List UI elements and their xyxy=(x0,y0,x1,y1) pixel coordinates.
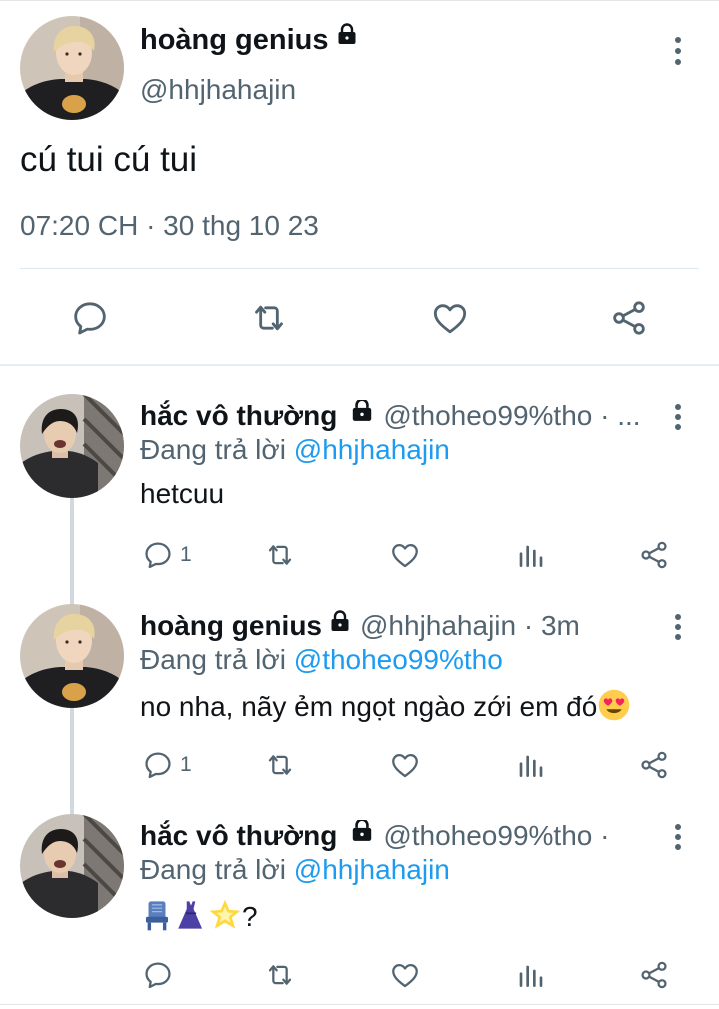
reply-tweet[interactable]: hắc vô thường @thoheo99%tho · Đang trả lờ… xyxy=(0,786,719,996)
reply-icon[interactable] xyxy=(70,298,110,338)
reply-text: no nha, nãy ẻm ngọt ngào zới em đó xyxy=(140,688,631,729)
author-handle[interactable]: @hhjhahajin xyxy=(140,74,296,106)
avatar[interactable] xyxy=(20,814,124,918)
avatar[interactable] xyxy=(20,604,124,708)
retweet-icon[interactable] xyxy=(264,958,296,992)
reply-actions xyxy=(0,958,719,994)
dress-emoji xyxy=(174,898,208,939)
reply-actions: 1 xyxy=(0,748,719,784)
avatar[interactable] xyxy=(20,394,124,498)
reply-icon xyxy=(142,749,174,781)
stats-icon[interactable] xyxy=(515,748,547,782)
reply-text: hetcuu xyxy=(140,478,225,509)
more-options-icon[interactable] xyxy=(671,37,685,65)
stats-icon[interactable] xyxy=(515,958,547,992)
share-icon[interactable] xyxy=(609,298,649,338)
reply-button[interactable]: 1 xyxy=(142,538,192,572)
share-icon[interactable] xyxy=(638,748,670,782)
reply-header: hoàng genius @hhjhahajin · 3m xyxy=(140,610,660,644)
lock-icon xyxy=(349,820,375,850)
retweet-icon[interactable] xyxy=(264,748,296,782)
author-handle[interactable]: @thoheo99%tho · ... xyxy=(383,400,640,431)
replying-prefix: Đang trả lời xyxy=(140,854,286,885)
author-name[interactable]: hoàng genius xyxy=(140,610,322,641)
reply-tweet[interactable]: hắc vô thường @thoheo99%tho · ... Đang tr… xyxy=(0,366,719,576)
stats-icon[interactable] xyxy=(515,538,547,572)
retweet-icon[interactable] xyxy=(249,298,289,338)
main-tweet: hoàng genius @hhjhahajin cú tui cú tui 0… xyxy=(0,0,719,366)
reply-text: ? xyxy=(140,898,258,939)
more-options-icon[interactable] xyxy=(671,404,685,430)
mention-link[interactable]: @thoheo99%tho xyxy=(294,644,503,675)
tweet-text: cú tui cú tui xyxy=(20,140,198,179)
more-options-icon[interactable] xyxy=(671,614,685,640)
reply-header: hắc vô thường @thoheo99%tho · xyxy=(140,820,660,854)
lock-icon xyxy=(335,21,359,54)
heart-icon[interactable] xyxy=(430,298,470,338)
seat-emoji xyxy=(140,898,174,939)
author-handle[interactable]: @hhjhahajin · 3m xyxy=(360,610,580,641)
heart-icon[interactable] xyxy=(389,538,421,572)
author-name[interactable]: hoàng genius xyxy=(140,24,359,58)
replying-prefix: Đang trả lời xyxy=(140,434,286,465)
heart-icon[interactable] xyxy=(389,958,421,992)
replying-to: Đang trả lời @thoheo99%tho xyxy=(140,644,503,676)
more-options-icon[interactable] xyxy=(671,824,685,850)
share-icon[interactable] xyxy=(638,958,670,992)
reply-icon[interactable] xyxy=(142,958,174,992)
reply-header: hắc vô thường @thoheo99%tho · ... xyxy=(140,400,660,434)
share-icon[interactable] xyxy=(638,538,670,572)
glowing-star-emoji xyxy=(208,898,242,939)
reply-icon xyxy=(142,539,174,571)
reply-text-content: ? xyxy=(242,900,258,932)
divider xyxy=(20,268,699,269)
avatar[interactable] xyxy=(20,16,124,120)
retweet-icon[interactable] xyxy=(264,538,296,572)
replying-to: Đang trả lời @hhjhahajin xyxy=(140,854,450,886)
reply-count: 1 xyxy=(180,543,192,566)
mention-link[interactable]: @hhjhahajin xyxy=(294,854,450,885)
author-name[interactable]: hắc vô thường xyxy=(140,820,337,851)
mention-link[interactable]: @hhjhahajin xyxy=(294,434,450,465)
author-name-text: hoàng genius xyxy=(140,24,329,56)
heart-eyes-emoji xyxy=(597,688,631,729)
lock-icon xyxy=(328,610,352,640)
replying-prefix: Đang trả lời xyxy=(140,644,286,675)
reply-text-content: no nha, nãy ẻm ngọt ngào zới em đó xyxy=(140,690,598,722)
replying-to: Đang trả lời @hhjhahajin xyxy=(140,434,450,466)
tweet-timestamp: 07:20 CH · 30 thg 10 23 xyxy=(20,210,319,241)
reply-actions: 1 xyxy=(0,538,719,574)
author-handle[interactable]: @thoheo99%tho · xyxy=(383,820,609,851)
bottom-divider xyxy=(0,1004,719,1005)
reply-button[interactable]: 1 xyxy=(142,748,192,782)
reply-tweet[interactable]: hoàng genius @hhjhahajin · 3m Đang trả lờ… xyxy=(0,576,719,786)
heart-icon[interactable] xyxy=(389,748,421,782)
author-name[interactable]: hắc vô thường xyxy=(140,400,337,431)
lock-icon xyxy=(349,400,375,430)
reply-count: 1 xyxy=(180,753,192,776)
